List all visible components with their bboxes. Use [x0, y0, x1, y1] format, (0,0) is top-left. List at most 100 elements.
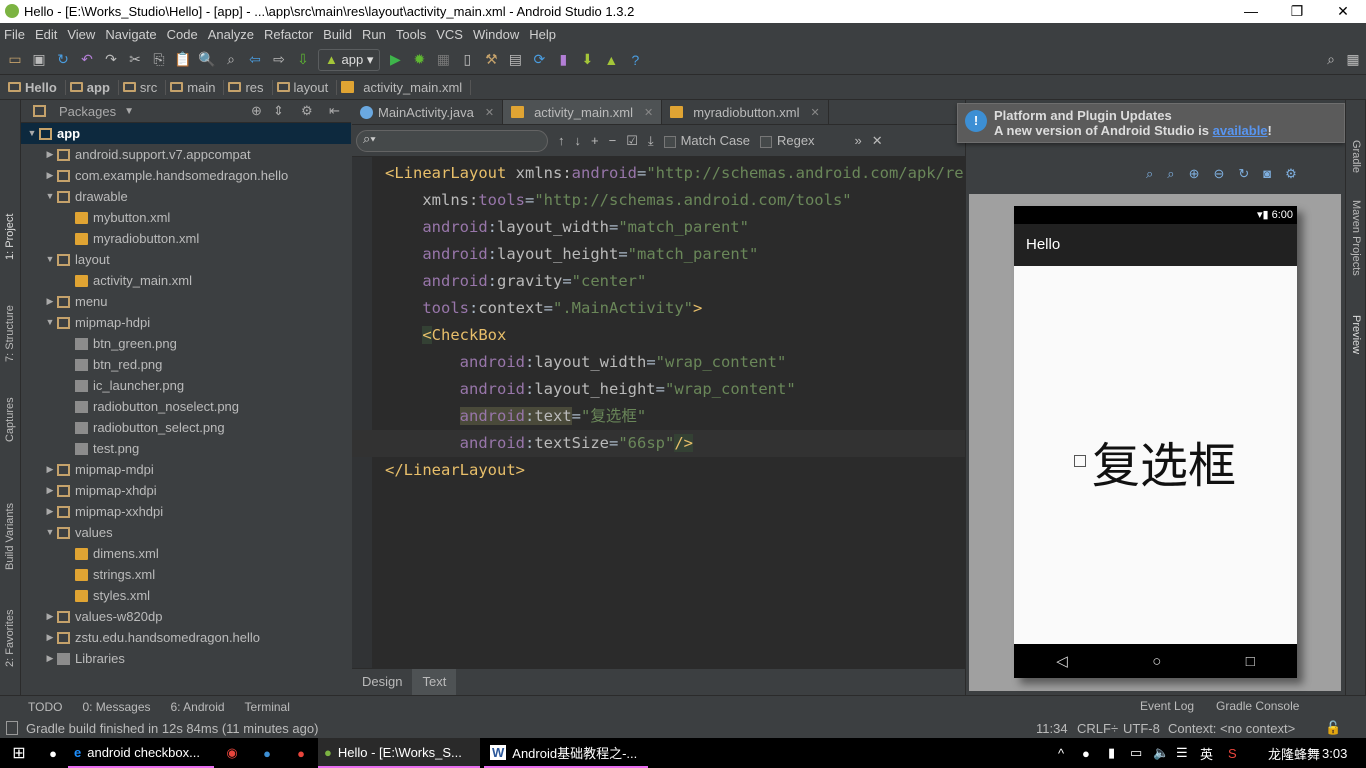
- code-area[interactable]: <LinearLayout xmlns:android="http://sche…: [352, 160, 992, 484]
- more-icon[interactable]: »: [855, 133, 862, 148]
- tree-item[interactable]: ▶ mipmap-xxhdpi: [21, 501, 351, 522]
- help-icon[interactable]: ?: [626, 51, 644, 69]
- caret-position[interactable]: 11:34: [1036, 721, 1068, 736]
- next-occurrence-icon[interactable]: ↓: [575, 133, 582, 148]
- line-separator[interactable]: CRLF÷: [1077, 721, 1118, 736]
- tree-item[interactable]: ▶ values-w820dp: [21, 606, 351, 627]
- collapsed-arrow-icon[interactable]: ▶: [43, 291, 57, 312]
- collapsed-arrow-icon[interactable]: ▶: [43, 165, 57, 186]
- avd-manager-icon[interactable]: ▮: [554, 51, 572, 69]
- sdk-manager-icon[interactable]: ⬇: [578, 51, 596, 69]
- tree-item[interactable]: ic_launcher.png: [21, 375, 351, 396]
- view-selector[interactable]: Packages: [59, 104, 116, 119]
- tab-activity_main-xml[interactable]: activity_main.xml ✕: [503, 100, 663, 124]
- chrome-icon[interactable]: ◉: [214, 745, 250, 761]
- tab-mainactivity-java[interactable]: MainActivity.java ✕: [352, 100, 504, 124]
- expanded-arrow-icon[interactable]: ▼: [43, 186, 57, 207]
- tree-item[interactable]: dimens.xml: [21, 543, 351, 564]
- tree-item[interactable]: ▼ drawable: [21, 186, 351, 207]
- expanded-arrow-icon[interactable]: ▼: [43, 249, 57, 270]
- close-tab-icon[interactable]: ✕: [644, 106, 653, 119]
- menu-refactor[interactable]: Refactor: [264, 27, 313, 42]
- chevron-down-icon[interactable]: ▼: [124, 106, 134, 117]
- tree-item[interactable]: radiobutton_noselect.png: [21, 396, 351, 417]
- menu-window[interactable]: Window: [473, 27, 519, 42]
- regex-checkbox[interactable]: Regex: [759, 133, 815, 148]
- run-icon[interactable]: ▶: [386, 51, 404, 69]
- project-structure-icon[interactable]: ▤: [506, 51, 524, 69]
- zoom-out-icon[interactable]: ⊖: [1213, 166, 1224, 182]
- available-link[interactable]: available: [1213, 123, 1268, 138]
- tab-text[interactable]: Text: [412, 669, 457, 695]
- sogou-icon[interactable]: ●: [250, 746, 284, 761]
- task-word[interactable]: W Android基础教程之-...: [484, 738, 648, 768]
- update-notification[interactable]: ! Platform and Plugin Updates A new vers…: [957, 103, 1345, 143]
- debug-icon[interactable]: ✹: [410, 51, 428, 69]
- tree-item[interactable]: ▶ Libraries: [21, 648, 351, 669]
- android-monitor-icon[interactable]: ▲: [602, 51, 620, 69]
- make-project-icon[interactable]: ⇩: [294, 51, 312, 69]
- gradle-console-button[interactable]: Gradle Console: [1216, 699, 1299, 713]
- qq-icon[interactable]: ●: [1082, 746, 1090, 761]
- paste-icon[interactable]: 📋: [174, 51, 192, 69]
- tree-item[interactable]: btn_green.png: [21, 333, 351, 354]
- forward-icon[interactable]: ⇨: [270, 51, 288, 69]
- tool-messages[interactable]: 0: Messages: [82, 700, 150, 714]
- tool-terminal[interactable]: Terminal: [245, 700, 290, 714]
- tree-item[interactable]: mybutton.xml: [21, 207, 351, 228]
- context[interactable]: Context: <no context>: [1168, 721, 1295, 736]
- volume-icon[interactable]: 🔈: [1153, 745, 1169, 761]
- menu-run[interactable]: Run: [362, 27, 386, 42]
- back-icon[interactable]: ⇦: [246, 51, 264, 69]
- screenshot-icon[interactable]: ◙: [1263, 166, 1271, 182]
- tool-captures[interactable]: Captures: [4, 397, 16, 442]
- collapsed-arrow-icon[interactable]: ▶: [43, 480, 57, 501]
- tool-todo[interactable]: TODO: [28, 700, 62, 714]
- sync-icon[interactable]: ↻: [54, 51, 72, 69]
- tree-item[interactable]: ▶ mipmap-mdpi: [21, 459, 351, 480]
- breadcrumb-item[interactable]: activity_main.xml: [341, 79, 472, 95]
- tree-item[interactable]: activity_main.xml: [21, 270, 351, 291]
- tree-item[interactable]: ▶ com.example.handsomedragon.hello: [21, 165, 351, 186]
- tree-item[interactable]: ▶ android.support.v7.appcompat: [21, 144, 351, 165]
- tree-item[interactable]: ▼ mipmap-hdpi: [21, 312, 351, 333]
- collapsed-arrow-icon[interactable]: ▶: [43, 459, 57, 480]
- tool-build-variants[interactable]: Build Variants: [4, 503, 16, 570]
- clock[interactable]: 3:03: [1322, 746, 1347, 761]
- tree-item[interactable]: myradiobutton.xml: [21, 228, 351, 249]
- lock-icon[interactable]: 🔓: [1325, 720, 1341, 736]
- tool-favorites[interactable]: 2: Favorites: [4, 610, 16, 667]
- expanded-arrow-icon[interactable]: ▼: [43, 522, 57, 543]
- zoom-in-icon[interactable]: ⊕: [1189, 166, 1200, 182]
- collapsed-arrow-icon[interactable]: ▶: [43, 648, 57, 669]
- tree-item[interactable]: ▶ mipmap-xhdpi: [21, 480, 351, 501]
- breadcrumb-item[interactable]: layout: [276, 79, 338, 95]
- tool-maven[interactable]: Maven Projects: [1350, 200, 1362, 276]
- menu-build[interactable]: Build: [323, 27, 352, 42]
- tree-item[interactable]: ▼ app: [21, 123, 351, 144]
- tab-design[interactable]: Design: [352, 669, 412, 695]
- search-input[interactable]: ⌕▾: [356, 129, 548, 152]
- event-log-button[interactable]: Event Log: [1140, 699, 1194, 713]
- gradle-sync-icon[interactable]: ⟳: [530, 51, 548, 69]
- tool-structure[interactable]: 7: Structure: [4, 305, 16, 362]
- collapsed-arrow-icon[interactable]: ▶: [43, 144, 57, 165]
- gear-icon[interactable]: ⚙: [301, 103, 313, 119]
- menu-navigate[interactable]: Navigate: [105, 27, 156, 42]
- tool-android[interactable]: 6: Android: [171, 700, 225, 714]
- music-icon[interactable]: ●: [284, 746, 318, 761]
- remove-selection-icon[interactable]: −: [609, 133, 617, 148]
- expanded-arrow-icon[interactable]: ▼: [25, 123, 39, 144]
- redo-icon[interactable]: ↷: [102, 51, 120, 69]
- attach-debugger-icon[interactable]: ▦: [434, 51, 452, 69]
- menu-help[interactable]: Help: [529, 27, 556, 42]
- cut-icon[interactable]: ✂: [126, 51, 144, 69]
- tool-gradle[interactable]: Gradle: [1350, 140, 1362, 173]
- breadcrumb-item[interactable]: src: [122, 79, 167, 95]
- locate-icon[interactable]: ⊕: [251, 103, 262, 119]
- tree-item[interactable]: btn_red.png: [21, 354, 351, 375]
- breadcrumb-item[interactable]: app: [69, 79, 119, 95]
- tree-item[interactable]: styles.xml: [21, 585, 351, 606]
- close-tab-icon[interactable]: ✕: [485, 106, 494, 119]
- tree-item[interactable]: ▶ menu: [21, 291, 351, 312]
